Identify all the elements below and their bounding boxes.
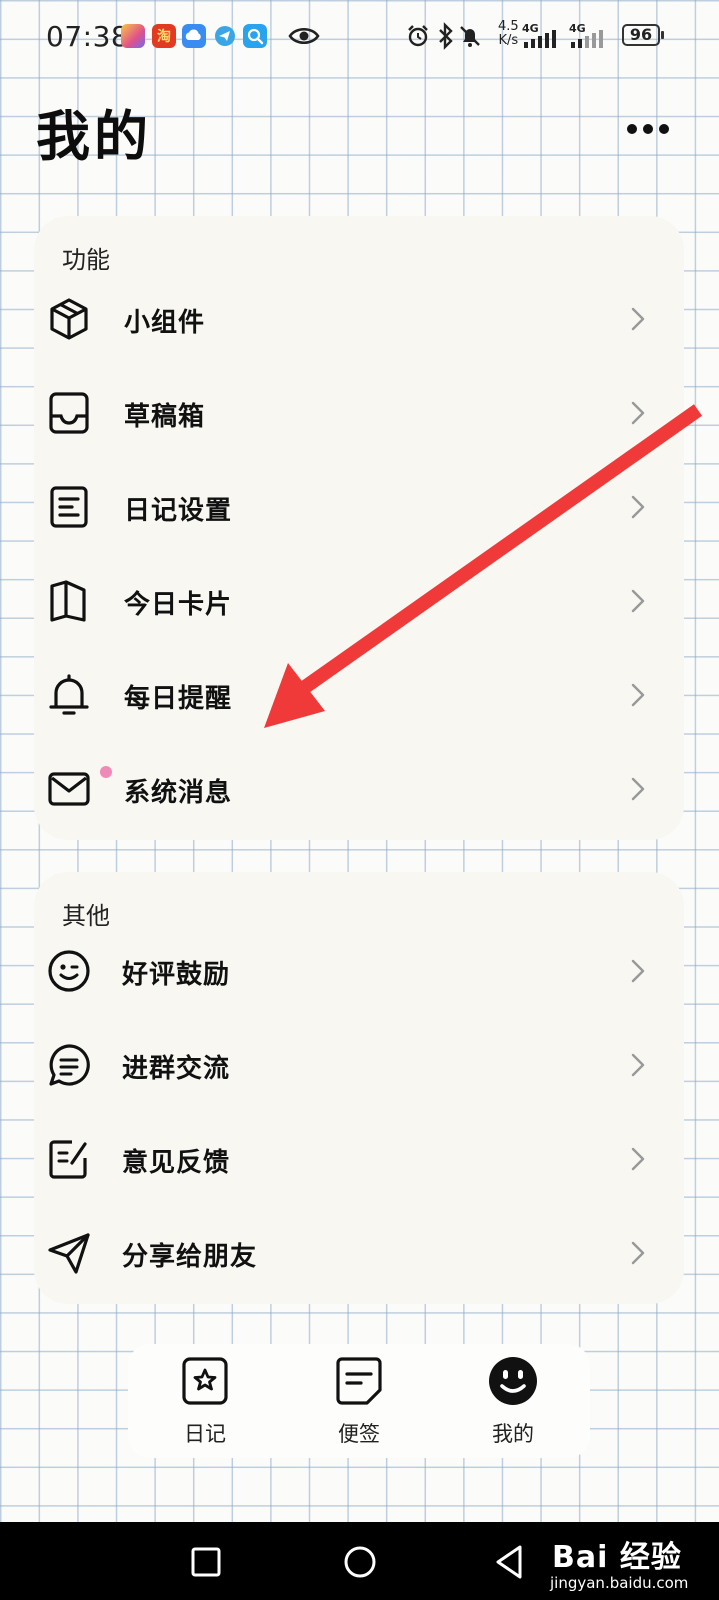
menu-item-join-group[interactable]: 进群交流 — [34, 1018, 684, 1112]
network-speed-value: 4.5 — [498, 19, 519, 34]
tab-diary[interactable]: 日记 — [128, 1344, 282, 1458]
signal-bars-icon-2 — [571, 30, 603, 48]
menu-item-share[interactable]: 分享给朋友 — [34, 1206, 684, 1300]
tab-label-mine: 我的 — [492, 1422, 534, 1446]
status-bar: 07:38 淘 4.5 K/s 4G 4G 96 — [0, 0, 719, 72]
chevron-right-icon — [631, 401, 645, 425]
menu-item-diary-settings[interactable]: 日记设置 — [34, 460, 684, 554]
document-lines-icon — [50, 486, 88, 528]
features-card: 功能 小组件 草稿箱 日记设置 今日卡片 每日提醒 系统消息 — [34, 216, 684, 840]
watermark-main-text: Bai 经验 — [552, 1540, 682, 1575]
battery-indicator: 96 — [622, 24, 664, 46]
taobao-notification-icon: 淘 — [152, 24, 176, 48]
watermark-url-text: jingyan.baidu.com — [550, 1574, 689, 1592]
menu-label-feedback: 意见反馈 — [122, 1148, 231, 1178]
book-open-icon — [50, 580, 86, 622]
chevron-right-icon — [631, 589, 645, 613]
search-notification-icon — [243, 24, 267, 48]
bottom-tab-bar: 日记 便签 我的 — [128, 1344, 590, 1458]
cube-icon — [50, 298, 88, 340]
menu-item-widgets[interactable]: 小组件 — [34, 272, 684, 366]
recent-apps-button[interactable] — [186, 1542, 226, 1582]
menu-label-system-messages: 系统消息 — [124, 778, 233, 808]
mail-icon — [48, 772, 90, 806]
chevron-right-icon — [631, 1147, 645, 1171]
menu-label-diary-settings: 日记设置 — [124, 496, 233, 526]
telegram-notification-icon — [213, 24, 237, 48]
smiley-face-icon — [489, 1357, 537, 1405]
status-time: 07:38 — [46, 20, 130, 53]
menu-item-today-card[interactable]: 今日卡片 — [34, 554, 684, 648]
menu-label-share: 分享给朋友 — [122, 1242, 258, 1272]
chevron-right-icon — [631, 777, 645, 801]
baidu-jingyan-watermark: Bai 经验 jingyan.baidu.com — [546, 1526, 716, 1596]
chevron-right-icon — [631, 683, 645, 707]
menu-item-feedback[interactable]: 意见反馈 — [34, 1112, 684, 1206]
menu-label-daily-reminder: 每日提醒 — [124, 684, 233, 714]
menu-item-system-messages[interactable]: 系统消息 — [34, 742, 684, 836]
eye-icon — [288, 27, 320, 45]
bell-icon — [49, 674, 89, 715]
more-options-button[interactable] — [620, 112, 676, 146]
star-note-icon — [182, 1357, 228, 1405]
others-card: 其他 好评鼓励 进群交流 意见反馈 分享给朋友 — [34, 872, 684, 1304]
home-button[interactable] — [340, 1542, 380, 1582]
send-plane-icon — [48, 1233, 90, 1274]
cloud-notification-icon — [182, 24, 206, 48]
section-title-features: 功能 — [62, 246, 110, 274]
memo-icon — [336, 1357, 382, 1405]
network-speed: 4.5 K/s — [498, 20, 519, 48]
network-speed-unit: K/s — [498, 33, 519, 48]
tab-mine[interactable]: 我的 — [436, 1344, 590, 1458]
chevron-right-icon — [631, 1053, 645, 1077]
signal-bars-icon-1 — [524, 30, 556, 48]
tab-label-memo: 便签 — [338, 1422, 380, 1446]
edit-note-icon — [49, 1140, 87, 1179]
menu-label-rate-us: 好评鼓励 — [122, 960, 231, 990]
chevron-right-icon — [631, 959, 645, 983]
page-title: 我的 — [36, 105, 152, 168]
chevron-right-icon — [631, 307, 645, 331]
back-button[interactable] — [490, 1542, 530, 1582]
mute-bell-icon — [460, 26, 480, 47]
inbox-tray-icon — [49, 392, 89, 434]
tab-memo[interactable]: 便签 — [282, 1344, 436, 1458]
wink-face-icon — [48, 950, 90, 992]
svg-text:淘: 淘 — [157, 28, 171, 45]
menu-label-widgets: 小组件 — [124, 308, 206, 338]
menu-item-drafts[interactable]: 草稿箱 — [34, 366, 684, 460]
app-notification-icon-1 — [121, 24, 145, 48]
chat-bubble-icon — [49, 1044, 90, 1086]
menu-label-today-card: 今日卡片 — [124, 590, 233, 620]
alarm-icon — [408, 25, 428, 47]
unread-badge — [100, 766, 112, 778]
chevron-right-icon — [631, 495, 645, 519]
menu-label-join-group: 进群交流 — [122, 1054, 231, 1084]
menu-item-rate-us[interactable]: 好评鼓励 — [34, 924, 684, 1018]
bluetooth-icon — [439, 22, 453, 50]
menu-item-daily-reminder[interactable]: 每日提醒 — [34, 648, 684, 742]
chevron-right-icon — [631, 1241, 645, 1265]
menu-label-drafts: 草稿箱 — [124, 402, 206, 432]
tab-label-diary: 日记 — [184, 1422, 226, 1446]
